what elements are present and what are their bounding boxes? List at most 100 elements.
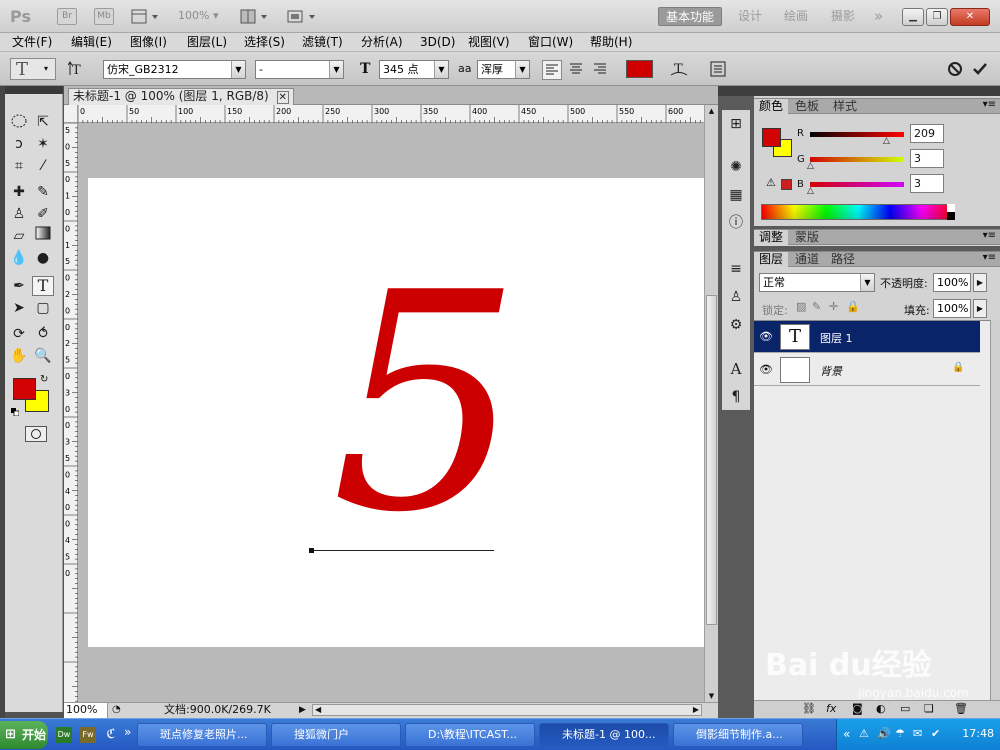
histogram-panel-icon[interactable]: ▦ [722,184,750,206]
zoom-percentage-field[interactable]: 100% [64,703,108,718]
tray-icon[interactable]: 🔊 [877,727,891,740]
tab-swatches[interactable]: 色板 [790,99,824,114]
menu-layer[interactable]: 图层(L) [187,34,227,51]
layer-row-background[interactable]: 👁 背景 🔒 [754,354,980,386]
spot-healing-tool-icon[interactable]: ✚ [8,182,30,202]
workspace-essentials[interactable]: 基本功能 [658,7,722,26]
menu-window[interactable]: 窗口(W) [528,34,573,51]
blue-slider-thumb-icon[interactable]: △ [807,186,814,196]
font-family-select[interactable]: 仿宋_GB2312 ▼ [103,60,246,79]
hand-tool-icon[interactable]: ✋ [8,346,30,366]
close-tab-icon[interactable]: ✕ [276,91,289,104]
tool-preset-picker[interactable]: T ▾ [10,58,56,80]
panel-menu-icon[interactable]: ▾≡ [983,230,996,241]
opacity-input[interactable]: 100% [933,273,971,292]
gamut-color-swatch[interactable] [781,179,792,190]
dodge-tool-icon[interactable]: ● [32,248,54,268]
panel-menu-icon[interactable]: ▾≡ [983,252,996,263]
quick-mask-button[interactable] [25,426,47,442]
status-menu-arrow-icon[interactable]: ▶ [299,703,306,717]
font-style-select[interactable]: - ▼ [255,60,344,79]
menu-edit[interactable]: 编辑(E) [71,34,112,51]
delete-layer-icon[interactable]: 🗑 [954,702,968,715]
tray-icon[interactable]: ✔ [931,727,940,740]
screen-mode-button[interactable] [286,9,318,25]
start-button[interactable]: ⊞ 开始 [0,721,48,749]
spectrum-black-chip[interactable] [947,212,955,220]
fill-input[interactable]: 100% [933,299,971,318]
status-info-icon[interactable]: ◔ [112,703,121,717]
font-size-select[interactable]: 345 点 ▼ [379,60,449,79]
zoom-tool-icon[interactable]: 🔍 [32,346,54,366]
horizontal-scrollbar[interactable]: ◀ ▶ [312,704,702,716]
menu-3d[interactable]: 3D(D) [420,34,455,51]
dreamweaver-quicklaunch-icon[interactable]: Dw [56,727,72,743]
red-slider-thumb-icon[interactable]: △ [883,136,890,146]
navigator-panel-icon[interactable]: ✺ [722,156,750,178]
cancel-edit-button[interactable] [945,59,965,79]
scroll-left-icon[interactable]: ◀ [315,703,321,717]
layer-name[interactable]: 背景 [820,363,842,379]
more-workspaces-button[interactable]: » [868,7,889,26]
lasso-tool-icon[interactable]: ↄ [8,134,30,154]
taskbar-item-active[interactable]: 未标题-1 @ 100... [539,723,669,747]
brush-tool-icon[interactable]: ✎ [32,182,54,202]
foreground-color-swatch[interactable] [13,378,36,400]
gradient-tool-icon[interactable] [32,226,54,246]
path-selection-tool-icon[interactable]: ➤ [8,298,30,318]
menu-image[interactable]: 图像(I) [130,34,167,51]
gamut-warning-icon[interactable]: ⚠ [766,176,776,189]
bridge-icon[interactable]: Br [57,8,77,25]
tab-styles[interactable]: 样式 [828,99,862,114]
scrollbar-thumb[interactable] [706,295,717,625]
lock-pixels-icon[interactable]: ✎ [812,300,821,313]
menu-help[interactable]: 帮助(H) [590,34,632,51]
menu-filter[interactable]: 滤镜(T) [302,34,343,51]
move-tool-icon[interactable]: ⇱ [32,112,54,132]
warp-text-button[interactable]: T [669,59,689,79]
blend-mode-select[interactable]: 正常 ▼ [759,273,875,292]
view-extras-button[interactable] [131,9,161,25]
tab-masks[interactable]: 蒙版 [790,230,824,245]
brush-presets-panel-icon[interactable]: ≡ [722,258,750,280]
vertical-scrollbar[interactable]: ▲ ▼ [704,105,718,703]
adjustment-layer-icon[interactable]: ◐ [876,702,886,715]
swap-colors-icon[interactable]: ↻ [40,374,48,385]
layer-row-text[interactable]: 👁 T 图层 1 [754,321,980,353]
taskbar-item[interactable]: D:\教程\ITCAST... [405,723,535,747]
character-paragraph-panel-button[interactable] [708,59,728,79]
pen-tool-icon[interactable]: ✒ [8,276,30,296]
crop-tool-icon[interactable]: ⌗ [8,156,30,176]
taskbar-item[interactable]: 搜狐微门户 [271,723,401,747]
color-spectrum-ramp[interactable] [761,204,955,220]
history-brush-tool-icon[interactable]: ✐ [32,204,54,224]
add-mask-icon[interactable]: ◙ [852,702,863,715]
scroll-up-icon[interactable]: ▲ [706,105,717,117]
workspace-painting[interactable]: 绘画 [778,7,814,26]
fireworks-quicklaunch-icon[interactable]: Fw [80,727,96,743]
panel-menu-icon[interactable]: ▾≡ [983,99,996,110]
color-panel-foreground-swatch[interactable] [762,128,781,147]
minimize-button[interactable]: ▁ [902,8,924,26]
layer-style-icon[interactable]: fx [826,702,836,715]
tab-color[interactable]: 颜色 [754,99,789,114]
text-color-swatch[interactable] [626,60,653,78]
text-layer-content[interactable]: 5 [331,254,522,554]
workspace-photography[interactable]: 摄影 [825,7,861,26]
lock-position-icon[interactable]: ✛ [829,300,838,313]
blur-tool-icon[interactable]: 💧 [8,248,30,268]
green-slider-thumb-icon[interactable]: △ [807,161,814,171]
green-value-input[interactable]: 3 [910,149,944,168]
spectrum-white-chip[interactable] [947,204,955,212]
align-right-button[interactable] [590,60,610,80]
tray-icon[interactable]: ☂ [895,727,905,740]
tab-layers[interactable]: 图层 [754,252,789,267]
link-layers-icon[interactable]: ⛓ [802,702,816,715]
3d-orbit-tool-icon[interactable]: ⥀ [32,324,54,344]
menu-analysis[interactable]: 分析(A) [361,34,403,51]
commit-edit-button[interactable] [970,59,990,79]
info-panel-icon[interactable]: ⓘ [722,212,750,234]
type-tool-icon[interactable]: T [32,276,54,296]
document-tab[interactable]: 未标题-1 @ 100% (图层 1, RGB/8) ✕ [68,88,294,105]
visibility-eye-icon[interactable]: 👁 [759,330,773,343]
